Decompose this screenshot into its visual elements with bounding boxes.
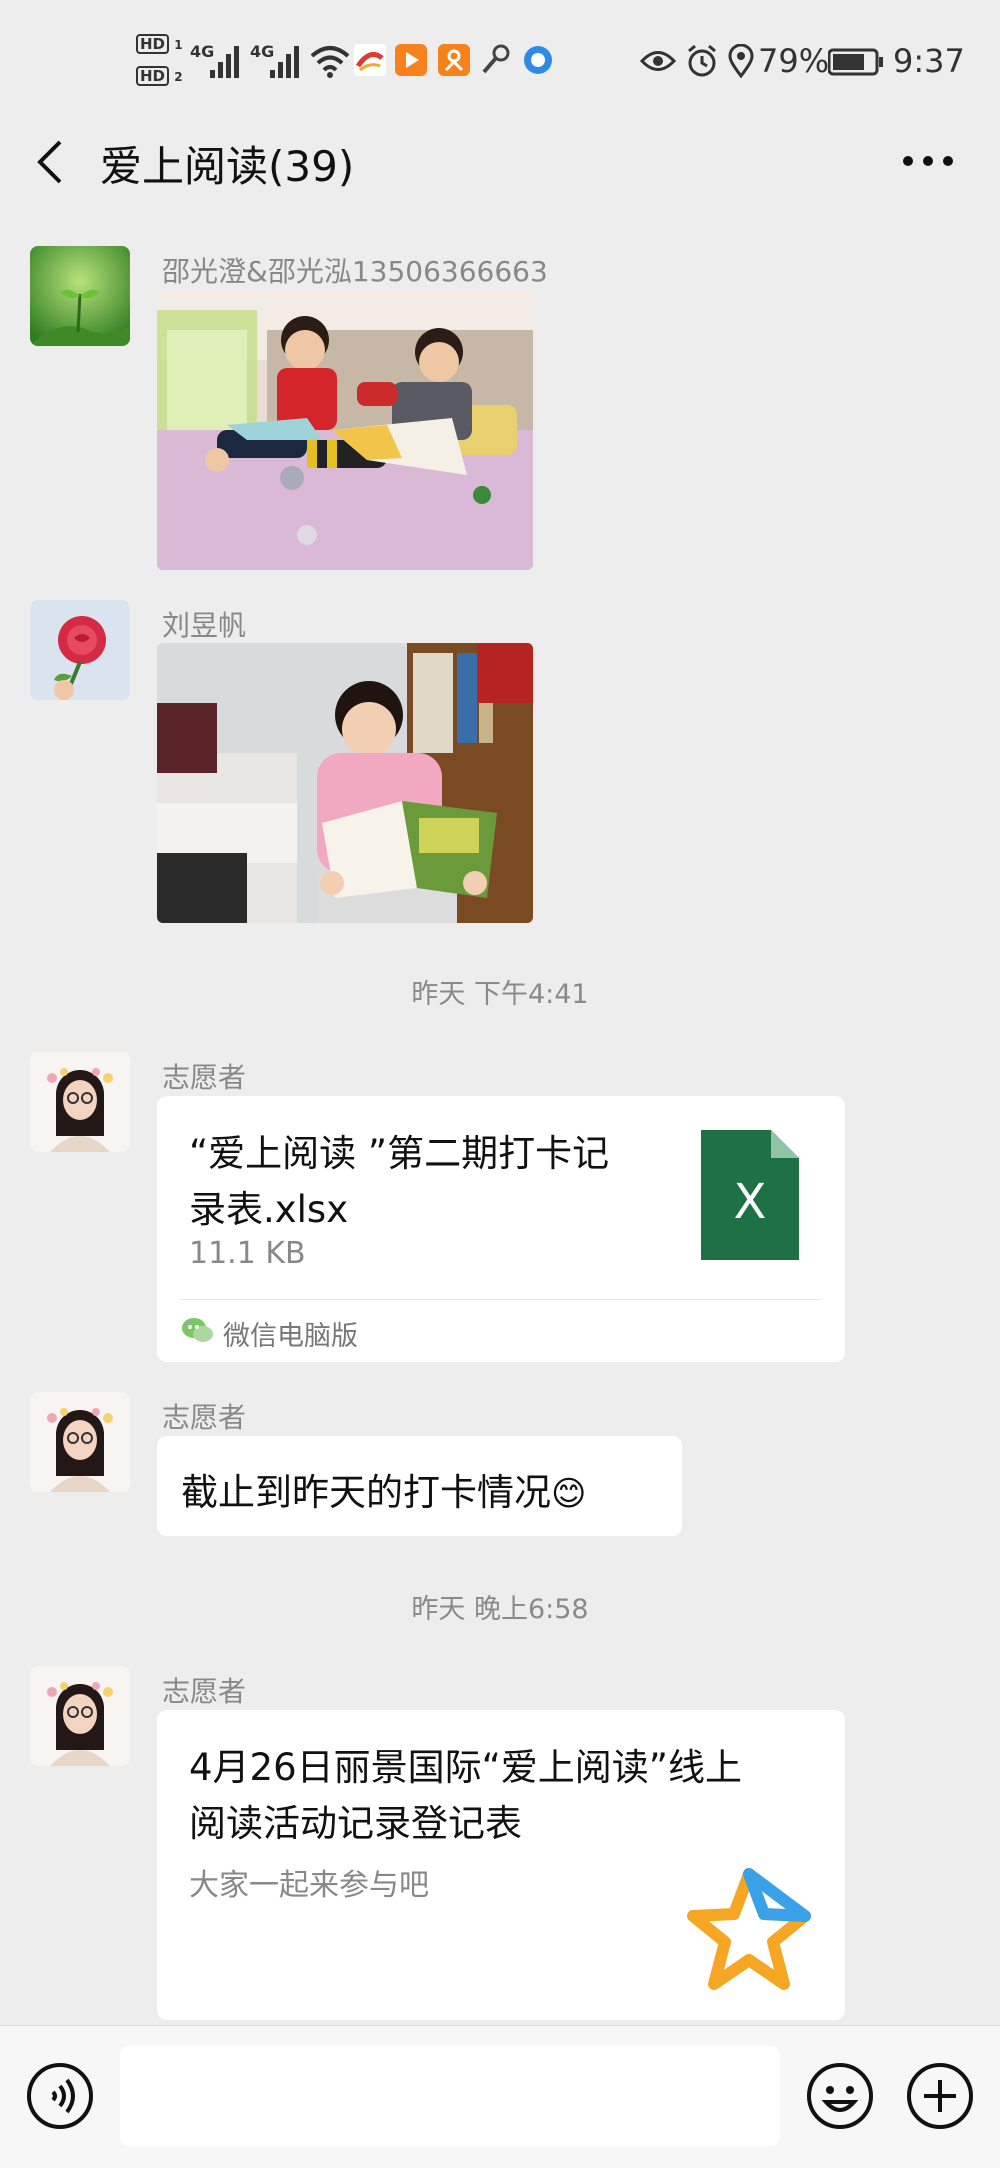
link-description: 大家一起来参与吧 [189, 1868, 429, 1903]
smile-emoji: 😊 [551, 1474, 587, 1514]
sender-name: 邵光澄&邵光泓13506366663 [162, 255, 548, 288]
signal-icon-2 [270, 46, 299, 78]
plus-icon[interactable] [906, 2062, 974, 2130]
voice-icon[interactable] [26, 2062, 94, 2130]
file-name-line-2: 录表.xlsx [189, 1188, 349, 1231]
avatar-woman-image [30, 1392, 130, 1492]
divider [181, 1299, 821, 1300]
wifi-icon [310, 46, 350, 78]
sender-name: 志愿者 [162, 1401, 247, 1434]
link-title-line-1: 4月26日丽景国际“爱上阅读”线上 [189, 1746, 742, 1789]
timestamp: 昨天 晚上6:58 [411, 1594, 589, 1625]
emoji-icon[interactable] [806, 2062, 874, 2130]
file-size: 11.1 KB [189, 1236, 306, 1271]
timestamp: 昨天 下午4:41 [411, 979, 589, 1010]
message-input[interactable] [120, 2046, 780, 2146]
avatar-rose-image [30, 600, 130, 700]
link-title-line-2: 阅读活动记录登记表 [189, 1802, 522, 1845]
avatar-woman-image [30, 1052, 130, 1152]
clock: 9:37 [893, 42, 965, 80]
app-notification-icon-1 [354, 44, 386, 76]
avatar[interactable] [30, 1666, 130, 1766]
message-text-content: 截止到昨天的打卡情况 [181, 1471, 551, 1514]
text-message-bubble[interactable]: 截止到昨天的打卡情况😊 [157, 1436, 682, 1536]
avatar-plant-image [30, 246, 130, 346]
chevron-left-icon[interactable] [34, 138, 64, 186]
more-icon[interactable] [902, 150, 954, 172]
photo-girl-reading [157, 643, 533, 923]
file-source: 微信电脑版 [223, 1321, 358, 1352]
location-icon [728, 44, 754, 78]
signal-icon [210, 46, 239, 78]
sender-name: 志愿者 [162, 1061, 247, 1094]
image-message[interactable] [157, 643, 533, 923]
browser-app-icon [524, 46, 552, 74]
avatar[interactable] [30, 1052, 130, 1152]
message-text: 截止到昨天的打卡情况😊 [181, 1462, 586, 1516]
battery-icon [828, 48, 883, 76]
photo-boys-reading [157, 290, 533, 570]
avatar[interactable] [30, 600, 130, 700]
file-message-card[interactable]: “爱上阅读 ”第二期打卡记 录表.xlsx 11.1 KB X 微信电脑版 [157, 1096, 845, 1362]
key-icon [482, 44, 510, 74]
avatar-woman-image [30, 1666, 130, 1766]
link-message-card[interactable]: 4月26日丽景国际“爱上阅读”线上 阅读活动记录登记表 大家一起来参与吧 [157, 1710, 845, 2020]
hd2-indicator: HD 2 [136, 66, 183, 86]
sender-name: 志愿者 [162, 1675, 247, 1708]
hd1-indicator: HD 1 [136, 34, 183, 54]
image-message[interactable] [157, 290, 533, 570]
battery-percent: 79% [758, 42, 830, 80]
chat-title: 爱上阅读(39) [100, 142, 355, 191]
alarm-icon [688, 44, 716, 77]
star-icon [687, 1868, 811, 1990]
avatar[interactable] [30, 1392, 130, 1492]
wechat-icon [182, 1318, 213, 1342]
video-app-icon [395, 44, 427, 76]
file-name: “爱上阅读 ”第二期打卡记 录表.xlsx [189, 1126, 649, 1238]
status-bar: HD 1 HD 2 4G 4G 79% 9:37 [0, 0, 1000, 120]
excel-file-icon: X [701, 1130, 799, 1260]
eye-icon [640, 51, 676, 71]
avatar[interactable] [30, 246, 130, 346]
file-name-line-1: “爱上阅读 ”第二期打卡记 [189, 1132, 610, 1175]
excel-icon-label: X [733, 1174, 767, 1230]
app-notification-icon-2 [438, 44, 470, 76]
sender-name: 刘昱帆 [162, 609, 247, 642]
link-title: 4月26日丽景国际“爱上阅读”线上 阅读活动记录登记表 [189, 1740, 829, 1852]
